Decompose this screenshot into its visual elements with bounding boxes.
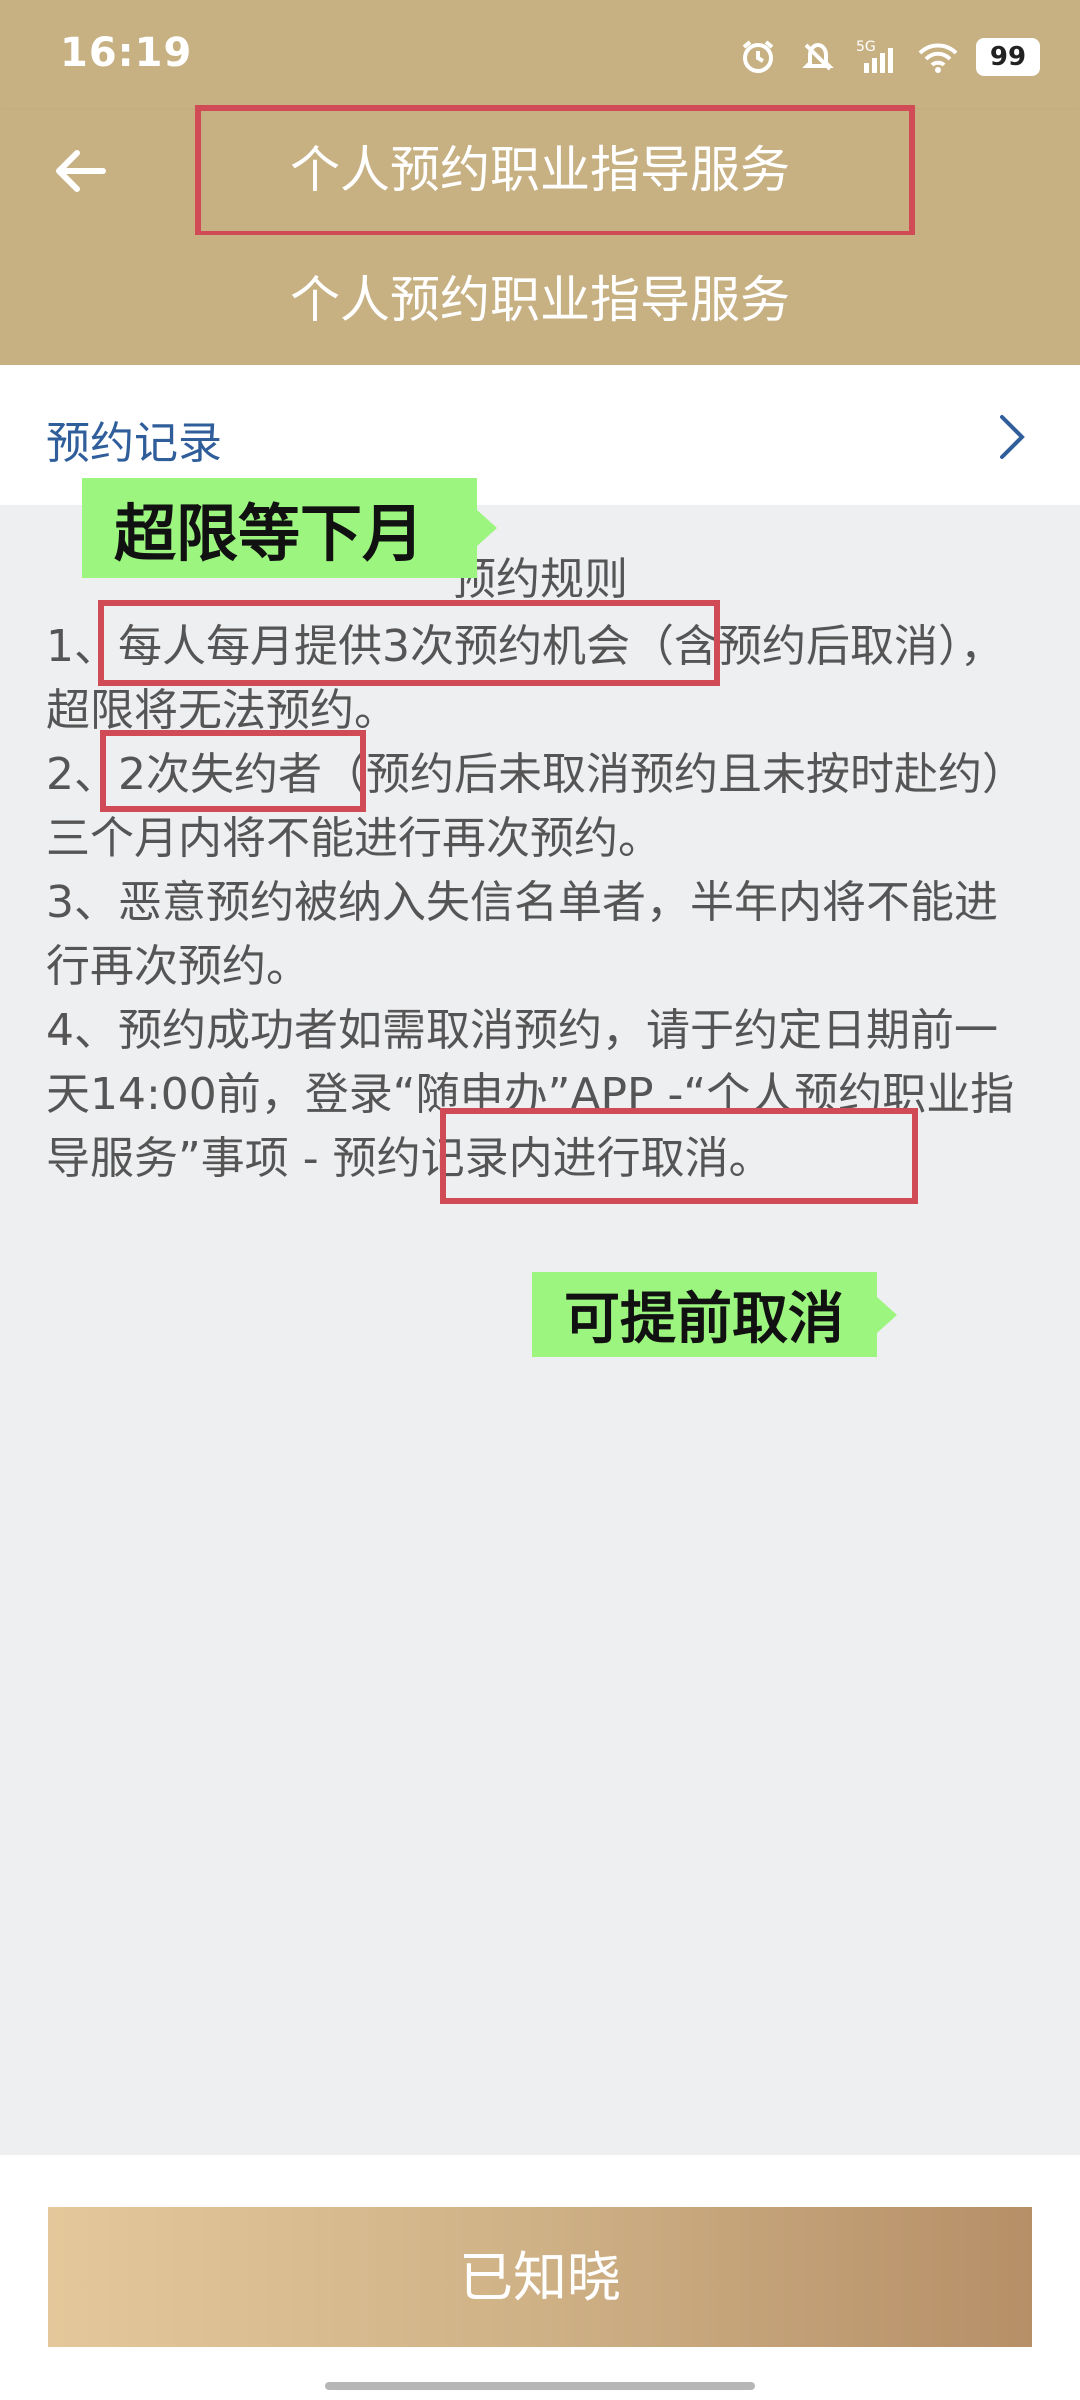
acknowledge-button[interactable]: 已知晓 <box>48 2207 1032 2347</box>
bottom-action-bar: 已知晓 <box>0 2155 1080 2400</box>
highlight-box-no-show <box>100 730 366 812</box>
home-indicator[interactable] <box>325 2382 755 2390</box>
booking-records-label: 预约记录 <box>46 418 222 469</box>
service-title: 个人预约职业指导服务 <box>0 235 1080 365</box>
status-icons: 5G 99 <box>736 32 1040 82</box>
battery-indicator: 99 <box>976 38 1040 76</box>
highlight-box-cancel-location <box>440 1108 918 1204</box>
annotation-cancel-label: 可提前取消 <box>532 1272 897 1357</box>
signal-label: 5G <box>856 39 876 55</box>
mute-bell-icon <box>796 35 840 79</box>
title-highlight-box <box>195 105 915 237</box>
status-time: 16:19 <box>60 30 193 76</box>
highlight-box-monthly-limit <box>98 600 720 686</box>
signal-5g-icon: 5G <box>856 35 900 79</box>
chevron-right-icon <box>992 409 1032 465</box>
rules-list: 1、每人每月提供3次预约机会（含预约后取消），超限将无法预约。 2、2次失约者（… <box>46 615 1036 1191</box>
rule-item-3: 3、恶意预约被纳入失信名单者，半年内将不能进行再次预约。 <box>46 877 998 992</box>
back-arrow-icon <box>53 148 107 198</box>
back-button[interactable] <box>40 138 120 208</box>
alarm-icon <box>736 35 780 79</box>
annotation-limit-label: 超限等下月 <box>82 478 497 578</box>
status-bar: 16:19 5G 99 <box>0 0 1080 110</box>
wifi-icon <box>916 35 960 79</box>
